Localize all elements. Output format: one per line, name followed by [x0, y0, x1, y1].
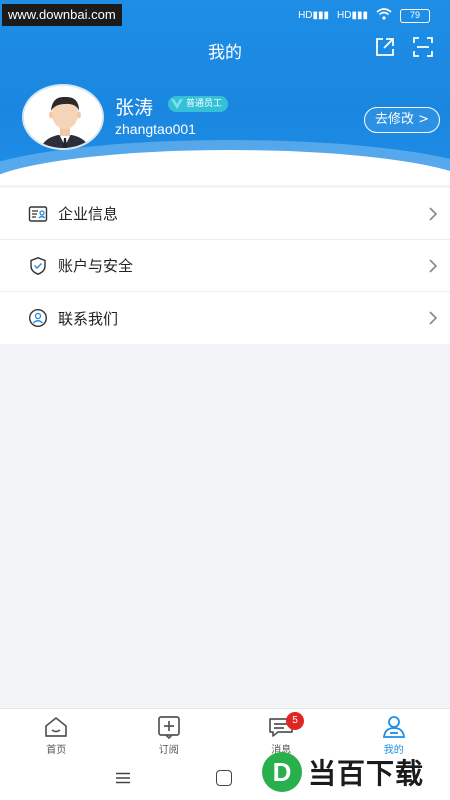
user-id: zhangtao001: [115, 121, 196, 137]
role-badge-label: 普通员工: [186, 99, 223, 109]
share-icon[interactable]: [374, 36, 396, 58]
menu-item-contact-us[interactable]: 联系我们: [0, 292, 450, 344]
brand-logo-text: 当百下载: [308, 757, 425, 790]
brand-logo-letter: D: [262, 752, 302, 792]
chevron-right-icon: [429, 311, 438, 325]
bottom-tab-bar: 首页 订阅 5 消息 我的: [0, 708, 450, 758]
subscribe-icon: [157, 716, 180, 739]
user-name: 张涛: [115, 97, 154, 119]
site-watermark: www.downbai.com: [2, 4, 122, 26]
tab-messages[interactable]: 5 消息: [225, 709, 338, 758]
signal-icon: HD▮▮▮: [298, 10, 330, 21]
status-bar: HD▮▮▮ HD▮▮▮ 79: [298, 8, 430, 23]
home-icon: [45, 717, 68, 737]
tab-mine[interactable]: 我的: [338, 709, 450, 758]
role-badge: 普通员工: [168, 96, 229, 112]
brand-logo-watermark: D 当百下载: [262, 752, 424, 792]
person-icon: [382, 716, 405, 738]
menu-item-account-security[interactable]: 账户与安全: [0, 240, 450, 292]
scan-icon[interactable]: [412, 36, 434, 58]
menu-item-label: 联系我们: [58, 309, 119, 328]
edit-profile-button[interactable]: 去修改 >: [363, 107, 440, 133]
tab-subscribe[interactable]: 订阅: [113, 709, 226, 758]
recent-apps-icon[interactable]: [115, 772, 131, 784]
signal-icon-2: HD▮▮▮: [337, 10, 368, 21]
header-actions: [374, 36, 434, 58]
avatar[interactable]: [22, 84, 104, 150]
contact-icon: [28, 308, 48, 328]
tab-label: 订阅: [158, 745, 179, 756]
menu-item-enterprise-info[interactable]: 企业信息: [0, 188, 450, 240]
tab-label: 首页: [46, 745, 67, 756]
chevron-right-icon: [429, 207, 438, 221]
menu-item-label: 企业信息: [58, 205, 119, 223]
battery-icon: 79: [400, 8, 430, 23]
id-card-icon: [28, 205, 48, 222]
menu-item-label: 账户与安全: [58, 257, 134, 275]
chevron-right-icon: [429, 259, 438, 273]
verified-v-icon: [171, 99, 183, 109]
settings-menu: 企业信息 账户与安全 联系我们: [0, 188, 450, 344]
unread-count-badge: 5: [286, 712, 304, 730]
tab-home[interactable]: 首页: [0, 709, 113, 758]
home-button-icon[interactable]: [216, 770, 232, 786]
wifi-icon: [376, 8, 392, 23]
shield-icon: [30, 256, 46, 275]
